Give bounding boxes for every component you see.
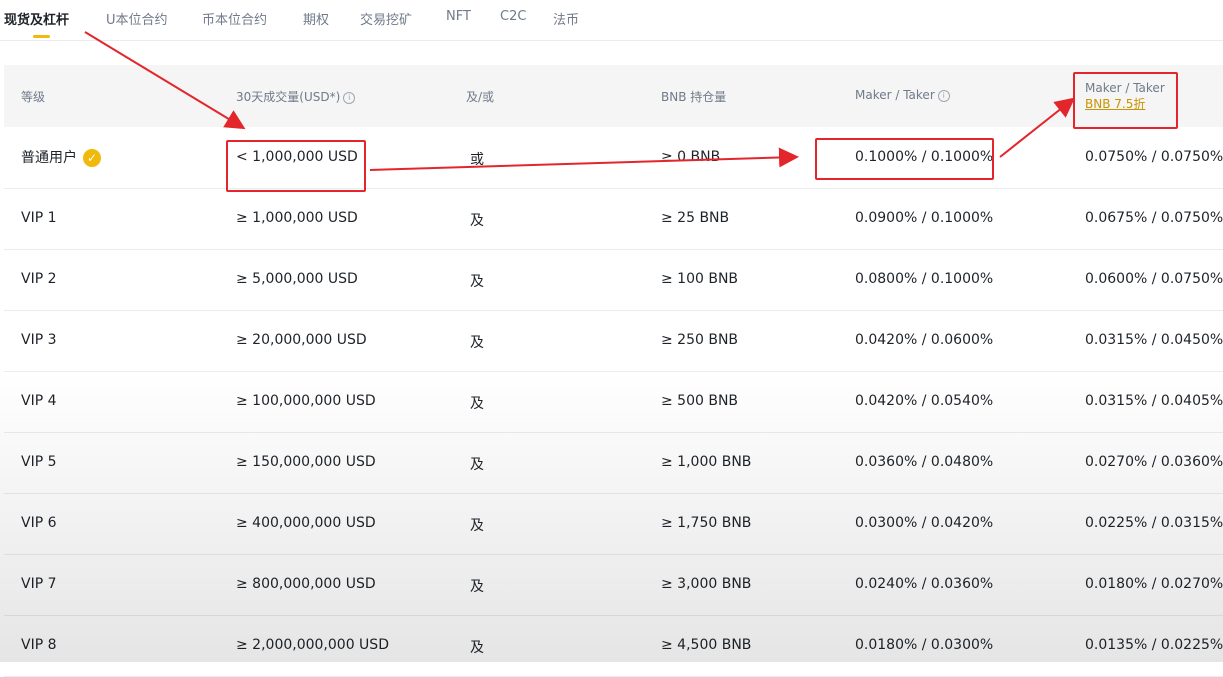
header-volume-label: 30天成交量(USD*) bbox=[236, 90, 341, 104]
tab-c2c[interactable]: C2C bbox=[500, 9, 526, 24]
bnb-cell: ≥ 4,500 BNB bbox=[661, 637, 752, 653]
level-cell: VIP 4 bbox=[21, 393, 57, 409]
tab-liquidity-mining[interactable]: 交易挖矿 bbox=[360, 9, 412, 28]
table-row: 普通用户 ✓ < 1,000,000 USD 或 ≥ 0 BNB 0.1000% … bbox=[4, 127, 1223, 189]
fee-cell: 0.0420% / 0.0540% bbox=[855, 393, 994, 409]
table-row: VIP 5 ≥ 150,000,000 USD 及 ≥ 1,000 BNB 0.… bbox=[4, 432, 1223, 494]
header-and-or: 及/或 bbox=[466, 90, 495, 104]
and-or-cell: 及 bbox=[470, 335, 484, 351]
info-icon[interactable]: i bbox=[343, 91, 356, 104]
level-cell: VIP 8 bbox=[21, 637, 57, 653]
fee-bnb-cell: 0.0675% / 0.0750% bbox=[1085, 210, 1223, 226]
tab-fiat[interactable]: 法币 bbox=[553, 9, 579, 28]
fee-cell: 0.0900% / 0.1000% bbox=[855, 210, 994, 226]
table-row: VIP 7 ≥ 800,000,000 USD 及 ≥ 3,000 BNB 0.… bbox=[4, 554, 1223, 616]
level-cell: VIP 3 bbox=[21, 332, 57, 348]
active-tab-indicator bbox=[33, 35, 50, 38]
fee-bnb-cell: 0.0315% / 0.0405% bbox=[1085, 393, 1223, 409]
table-row: VIP 3 ≥ 20,000,000 USD 及 ≥ 250 BNB 0.042… bbox=[4, 310, 1223, 372]
and-or-cell: 及 bbox=[470, 579, 484, 595]
and-or-cell: 及 bbox=[470, 518, 484, 534]
fee-bnb-cell: 0.0135% / 0.0225% bbox=[1085, 637, 1223, 653]
bnb-cell: ≥ 100 BNB bbox=[661, 271, 739, 287]
bnb-cell: ≥ 1,750 BNB bbox=[661, 515, 752, 531]
tab-options[interactable]: 期权 bbox=[303, 9, 329, 28]
fee-bnb-cell: 0.0180% / 0.0270% bbox=[1085, 576, 1223, 592]
level-cell: VIP 6 bbox=[21, 515, 57, 531]
level-label: 普通用户 bbox=[21, 150, 77, 166]
table-header: 等级 30天成交量(USD*) i 及/或 BNB 持仓量 Maker / Tak… bbox=[4, 65, 1223, 127]
fee-cell: 0.0300% / 0.0420% bbox=[855, 515, 994, 531]
level-cell: VIP 2 bbox=[21, 271, 57, 287]
volume-cell: ≥ 2,000,000,000 USD bbox=[236, 637, 389, 653]
and-or-cell: 及 bbox=[470, 396, 484, 412]
bnb-cell: ≥ 500 BNB bbox=[661, 393, 739, 409]
and-or-cell: 及 bbox=[470, 457, 484, 473]
table-row: VIP 8 ≥ 2,000,000,000 USD 及 ≥ 4,500 BNB … bbox=[4, 615, 1223, 677]
fee-bnb-cell: 0.0315% / 0.0450% bbox=[1085, 332, 1223, 348]
bnb-cell: ≥ 0 BNB bbox=[661, 149, 721, 165]
bnb-cell: ≥ 25 BNB bbox=[661, 210, 730, 226]
product-tabs: 现货及杠杆 U本位合约 币本位合约 期权 交易挖矿 NFT C2C 法币 bbox=[0, 0, 1223, 41]
tab-nft[interactable]: NFT bbox=[446, 9, 471, 24]
volume-cell: ≥ 800,000,000 USD bbox=[236, 576, 376, 592]
info-icon[interactable]: i bbox=[937, 89, 950, 102]
volume-cell: < 1,000,000 USD bbox=[236, 149, 358, 165]
tab-usdm-futures[interactable]: U本位合约 bbox=[106, 9, 168, 28]
header-maker-taker-bnb: Maker / Taker BNB 7.5折 bbox=[1085, 80, 1165, 112]
fee-cell: 0.0360% / 0.0480% bbox=[855, 454, 994, 470]
fee-cell: 0.0180% / 0.0300% bbox=[855, 637, 994, 653]
header-volume: 30天成交量(USD*) i bbox=[236, 88, 356, 105]
verified-check-icon: ✓ bbox=[83, 149, 101, 167]
level-cell: 普通用户 ✓ bbox=[21, 147, 101, 167]
and-or-cell: 及 bbox=[470, 213, 484, 229]
and-or-cell: 或 bbox=[470, 152, 484, 168]
level-cell: VIP 5 bbox=[21, 454, 57, 470]
volume-cell: ≥ 1,000,000 USD bbox=[236, 210, 358, 226]
table-row: VIP 4 ≥ 100,000,000 USD 及 ≥ 500 BNB 0.04… bbox=[4, 371, 1223, 433]
volume-cell: ≥ 20,000,000 USD bbox=[236, 332, 367, 348]
header-maker-taker: Maker / Taker i bbox=[855, 88, 950, 102]
and-or-cell: 及 bbox=[470, 274, 484, 290]
level-cell: VIP 7 bbox=[21, 576, 57, 592]
level-cell: VIP 1 bbox=[21, 210, 57, 226]
bnb-cell: ≥ 1,000 BNB bbox=[661, 454, 752, 470]
volume-cell: ≥ 150,000,000 USD bbox=[236, 454, 376, 470]
bnb-cell: ≥ 250 BNB bbox=[661, 332, 739, 348]
fee-cell: 0.0800% / 0.1000% bbox=[855, 271, 994, 287]
fee-bnb-cell: 0.0600% / 0.0750% bbox=[1085, 271, 1223, 287]
table-row: VIP 1 ≥ 1,000,000 USD 及 ≥ 25 BNB 0.0900%… bbox=[4, 188, 1223, 250]
table-row: VIP 6 ≥ 400,000,000 USD 及 ≥ 1,750 BNB 0.… bbox=[4, 493, 1223, 555]
header-maker-taker-label: Maker / Taker bbox=[855, 88, 935, 102]
volume-cell: ≥ 400,000,000 USD bbox=[236, 515, 376, 531]
header-maker-taker-bnb-label: Maker / Taker bbox=[1085, 81, 1165, 95]
and-or-cell: 及 bbox=[470, 640, 484, 656]
bnb-discount-link[interactable]: BNB 7.5折 bbox=[1085, 96, 1165, 112]
fee-bnb-cell: 0.0225% / 0.0315% bbox=[1085, 515, 1223, 531]
tab-spot-margin[interactable]: 现货及杠杆 bbox=[4, 9, 69, 28]
volume-cell: ≥ 100,000,000 USD bbox=[236, 393, 376, 409]
header-level: 等级 bbox=[21, 90, 46, 104]
fee-cell: 0.1000% / 0.1000% bbox=[855, 149, 994, 165]
bnb-cell: ≥ 3,000 BNB bbox=[661, 576, 752, 592]
table-row: VIP 2 ≥ 5,000,000 USD 及 ≥ 100 BNB 0.0800… bbox=[4, 249, 1223, 311]
fee-cell: 0.0240% / 0.0360% bbox=[855, 576, 994, 592]
header-bnb-holdings: BNB 持仓量 bbox=[661, 90, 727, 104]
fee-bnb-cell: 0.0270% / 0.0360% bbox=[1085, 454, 1223, 470]
fee-cell: 0.0420% / 0.0600% bbox=[855, 332, 994, 348]
volume-cell: ≥ 5,000,000 USD bbox=[236, 271, 358, 287]
tab-coinm-futures[interactable]: 币本位合约 bbox=[202, 9, 267, 28]
fee-bnb-cell: 0.0750% / 0.0750% bbox=[1085, 149, 1223, 165]
